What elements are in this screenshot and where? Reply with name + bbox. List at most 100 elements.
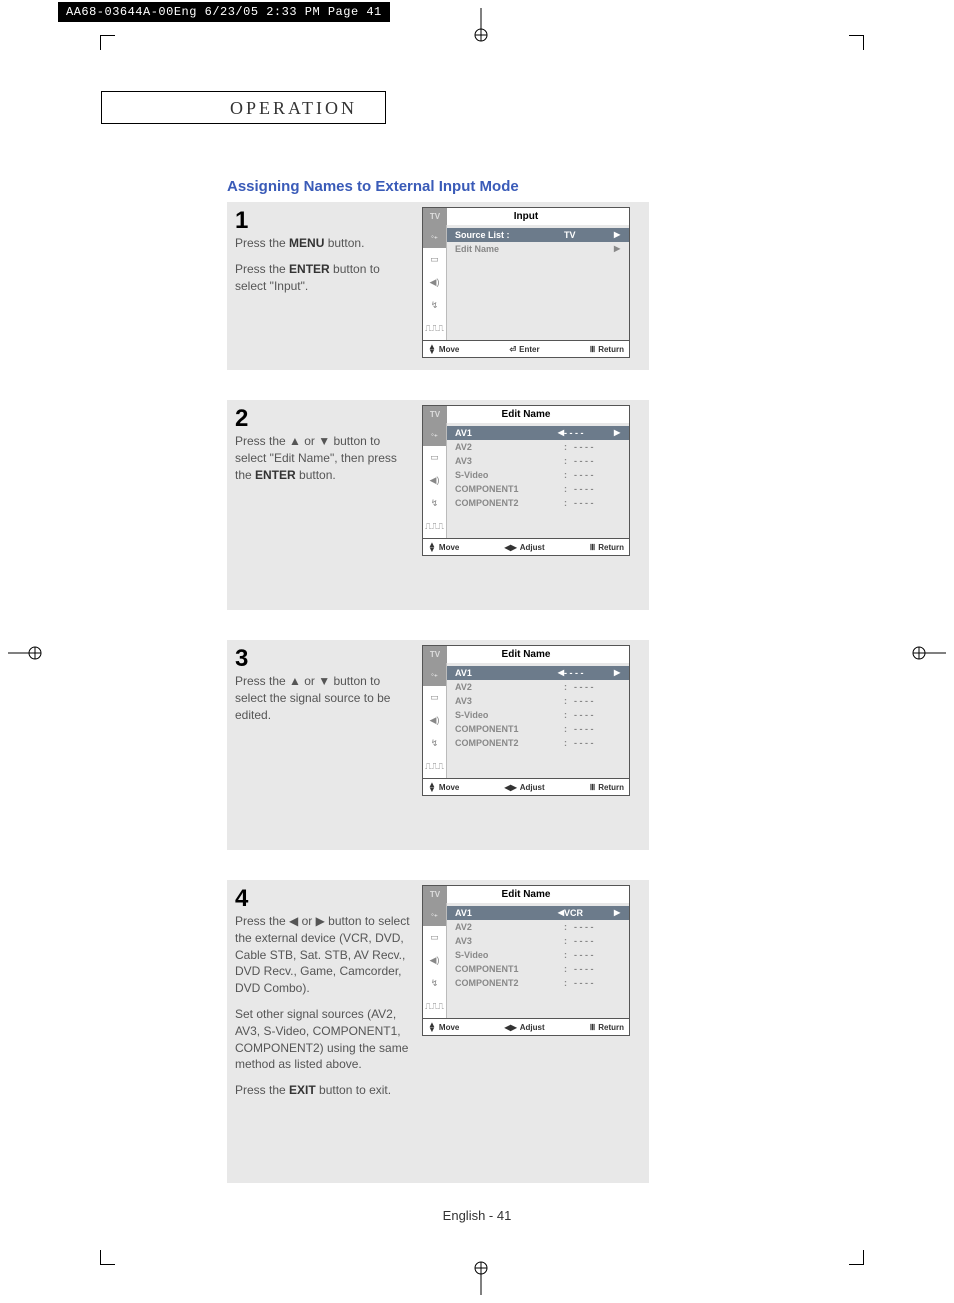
right-arrow-icon: ▶ bbox=[614, 428, 624, 438]
updown-icon: ▲▼ bbox=[428, 344, 436, 354]
osd-row: Source List : TV ▶ bbox=[447, 228, 629, 242]
updown-icon: ▲▼ bbox=[428, 542, 436, 552]
return-icon: Ⅲ bbox=[590, 543, 596, 552]
osd-row: AV2:- - - - bbox=[455, 440, 624, 454]
page-footer: English - 41 bbox=[0, 1208, 954, 1223]
osd-sidebar: ◦₊ ▭ ◀) ↯ ⎍⎍⎍ bbox=[423, 663, 447, 778]
osd-tv-badge: TV bbox=[423, 208, 447, 225]
leftright-icon: ◀▶ bbox=[504, 1023, 516, 1032]
crop-mark-icon bbox=[849, 35, 864, 50]
registration-mark-top-icon bbox=[468, 8, 494, 43]
return-icon: Ⅲ bbox=[590, 345, 596, 354]
osd-row: AV1◀ - - - -▶ bbox=[447, 666, 629, 680]
osd-row: AV1◀ VCR▶ bbox=[447, 906, 629, 920]
input-tab-icon: ◦₊ bbox=[423, 663, 447, 686]
osd-footer: ▲▼ Move ◀▶ Adjust Ⅲ Return bbox=[423, 778, 629, 795]
registration-mark-bottom-icon bbox=[468, 1260, 494, 1295]
step-number: 2 bbox=[235, 405, 412, 433]
right-arrow-icon: ▶ bbox=[614, 244, 624, 254]
sound-tab-icon: ◀) bbox=[423, 469, 447, 492]
osd-tv-badge: TV bbox=[423, 886, 447, 903]
osd-row: AV2:- - - - bbox=[455, 680, 624, 694]
page-title: Assigning Names to External Input Mode bbox=[227, 178, 519, 195]
step-block-2: 2 Press the ▲ or ▼ button to select "Edi… bbox=[227, 400, 649, 610]
sound-tab-icon: ◀) bbox=[423, 271, 447, 294]
updown-icon: ▲▼ bbox=[428, 1022, 436, 1032]
picture-tab-icon: ▭ bbox=[423, 446, 447, 469]
section-title: Operation bbox=[102, 92, 385, 119]
right-arrow-icon: ▶ bbox=[614, 908, 624, 918]
osd-footer: ▲▼ Move ⏎ Enter Ⅲ Return bbox=[423, 340, 629, 357]
osd-row: COMPONENT2:- - - - bbox=[455, 496, 624, 510]
osd-row: S-Video:- - - - bbox=[455, 468, 624, 482]
osd-sidebar: ◦₊ ▭ ◀) ↯ ⎍⎍⎍ bbox=[423, 903, 447, 1018]
leftright-icon: ◀▶ bbox=[504, 543, 516, 552]
osd-sidebar: ◦₊ ▭ ◀) ↯ ⎍⎍⎍ bbox=[423, 225, 447, 340]
osd-screenshot: TV Edit Name ◦₊ ▭ ◀) ↯ ⎍⎍⎍ AV1◀ - - - -▶… bbox=[422, 405, 630, 556]
setup-tab-icon: ⎍⎍⎍ bbox=[423, 317, 447, 340]
osd-tv-badge: TV bbox=[423, 646, 447, 663]
sound-tab-icon: ◀) bbox=[423, 949, 447, 972]
osd-content-list: AV1◀ - - - -▶AV2:- - - -AV3:- - - -S-Vid… bbox=[447, 423, 629, 538]
channel-tab-icon: ↯ bbox=[423, 294, 447, 317]
picture-tab-icon: ▭ bbox=[423, 686, 447, 709]
updown-icon: ▲▼ bbox=[428, 782, 436, 792]
osd-row: AV3:- - - - bbox=[455, 694, 624, 708]
osd-footer: ▲▼ Move ◀▶ Adjust Ⅲ Return bbox=[423, 538, 629, 555]
osd-content-list: AV1◀ - - - -▶AV2:- - - -AV3:- - - -S-Vid… bbox=[447, 663, 629, 778]
step-description: Press the MENU button. Press the ENTER b… bbox=[235, 235, 412, 294]
osd-footer: ▲▼ Move ◀▶ Adjust Ⅲ Return bbox=[423, 1018, 629, 1035]
osd-row: Edit Name ▶ bbox=[455, 242, 624, 256]
osd-title: TV Edit Name bbox=[423, 646, 629, 663]
step-description: Press the ▲ or ▼ button to select "Edit … bbox=[235, 433, 412, 483]
osd-row: S-Video:- - - - bbox=[455, 948, 624, 962]
crop-mark-icon bbox=[849, 1250, 864, 1265]
osd-title: TV Edit Name bbox=[423, 406, 629, 423]
input-tab-icon: ◦₊ bbox=[423, 423, 447, 446]
right-arrow-icon: ▶ bbox=[614, 668, 624, 678]
osd-row: S-Video:- - - - bbox=[455, 708, 624, 722]
leftright-icon: ◀▶ bbox=[504, 783, 516, 792]
osd-title: TV Edit Name bbox=[423, 886, 629, 903]
osd-row: COMPONENT2:- - - - bbox=[455, 736, 624, 750]
osd-tv-badge: TV bbox=[423, 406, 447, 423]
picture-tab-icon: ▭ bbox=[423, 926, 447, 949]
step-number: 1 bbox=[235, 207, 412, 235]
osd-content-list: AV1◀ VCR▶AV2:- - - -AV3:- - - -S-Video:-… bbox=[447, 903, 629, 1018]
step-block-1: 1 Press the MENU button. Press the ENTER… bbox=[227, 202, 649, 370]
osd-row: AV2:- - - - bbox=[455, 920, 624, 934]
osd-screenshot: TV Input ◦₊ ▭ ◀) ↯ ⎍⎍⎍ Source List : TV … bbox=[422, 207, 630, 358]
osd-row: AV3:- - - - bbox=[455, 454, 624, 468]
registration-mark-left-icon bbox=[8, 640, 43, 666]
osd-sidebar: ◦₊ ▭ ◀) ↯ ⎍⎍⎍ bbox=[423, 423, 447, 538]
osd-screenshot: TV Edit Name ◦₊ ▭ ◀) ↯ ⎍⎍⎍ AV1◀ - - - -▶… bbox=[422, 645, 630, 796]
osd-row: COMPONENT2:- - - - bbox=[455, 976, 624, 990]
step-number: 4 bbox=[235, 885, 412, 913]
osd-title: TV Input bbox=[423, 208, 629, 225]
channel-tab-icon: ↯ bbox=[423, 732, 447, 755]
crop-mark-icon bbox=[100, 35, 115, 50]
right-arrow-icon: ▶ bbox=[614, 230, 624, 240]
setup-tab-icon: ⎍⎍⎍ bbox=[423, 515, 447, 538]
osd-row: COMPONENT1:- - - - bbox=[455, 722, 624, 736]
return-icon: Ⅲ bbox=[590, 783, 596, 792]
osd-screenshot: TV Edit Name ◦₊ ▭ ◀) ↯ ⎍⎍⎍ AV1◀ VCR▶AV2:… bbox=[422, 885, 630, 1036]
step-block-3: 3 Press the ▲ or ▼ button to select the … bbox=[227, 640, 649, 850]
step-description: Press the ◀ or ▶ button to select the ex… bbox=[235, 913, 412, 1099]
osd-row: COMPONENT1:- - - - bbox=[455, 962, 624, 976]
step-description: Press the ▲ or ▼ button to select the si… bbox=[235, 673, 412, 723]
osd-row: COMPONENT1:- - - - bbox=[455, 482, 624, 496]
input-tab-icon: ◦₊ bbox=[423, 903, 447, 926]
input-tab-icon: ◦₊ bbox=[423, 225, 447, 248]
section-header-box: Operation bbox=[101, 91, 386, 124]
enter-icon: ⏎ bbox=[509, 345, 516, 354]
print-header: AA68-03644A-00Eng 6/23/05 2:33 PM Page 4… bbox=[58, 2, 390, 22]
osd-row: AV3:- - - - bbox=[455, 934, 624, 948]
registration-mark-right-icon bbox=[911, 640, 946, 666]
sound-tab-icon: ◀) bbox=[423, 709, 447, 732]
setup-tab-icon: ⎍⎍⎍ bbox=[423, 995, 447, 1018]
step-number: 3 bbox=[235, 645, 412, 673]
osd-row: AV1◀ - - - -▶ bbox=[447, 426, 629, 440]
crop-mark-icon bbox=[100, 1250, 115, 1265]
channel-tab-icon: ↯ bbox=[423, 492, 447, 515]
